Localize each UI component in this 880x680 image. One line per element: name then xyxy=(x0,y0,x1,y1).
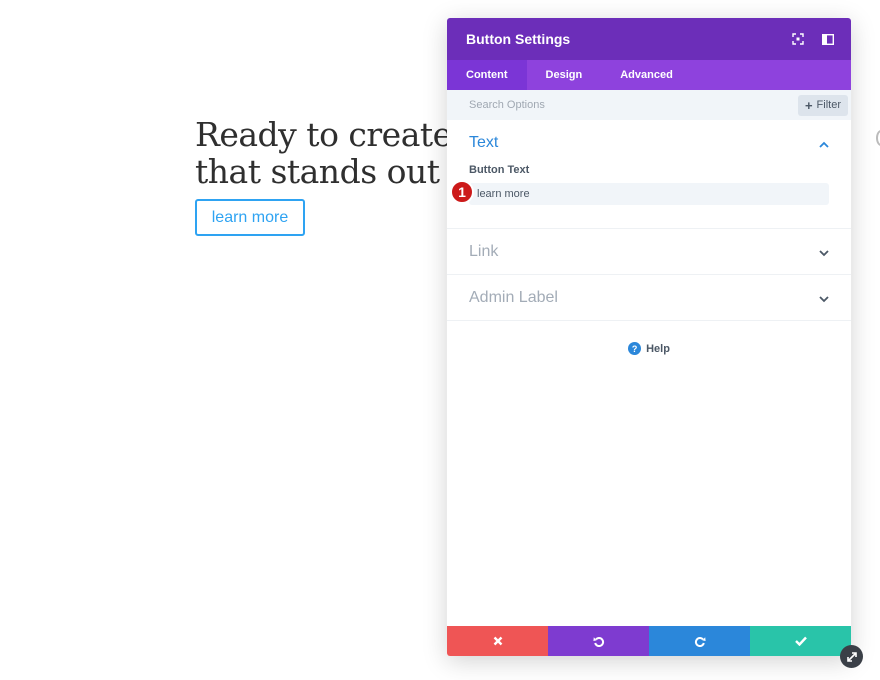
help-link[interactable]: ? Help xyxy=(447,342,851,355)
panel-footer xyxy=(447,626,851,656)
search-options-input[interactable] xyxy=(469,99,719,111)
check-icon xyxy=(794,636,807,646)
section-text-title: Text xyxy=(469,133,499,151)
panel-title: Button Settings xyxy=(466,31,571,47)
section-link: Link xyxy=(447,229,851,275)
settings-tabs: Content Design Advanced xyxy=(447,60,851,90)
page: Ready to create a that stands out fr lea… xyxy=(0,0,880,680)
section-link-toggle[interactable]: Link xyxy=(447,229,851,274)
filter-label: Filter xyxy=(816,99,841,111)
save-button[interactable] xyxy=(750,626,851,656)
section-admin-label-toggle[interactable]: Admin Label xyxy=(447,275,851,320)
close-icon xyxy=(493,636,502,646)
help-label: Help xyxy=(646,342,670,355)
panel-header: Button Settings xyxy=(447,18,851,60)
section-text: Text Button Text 1 xyxy=(447,120,851,229)
header-icons xyxy=(791,32,835,46)
fullscreen-icon[interactable] xyxy=(791,32,805,46)
chevron-down-icon[interactable] xyxy=(819,288,829,307)
tab-advanced[interactable]: Advanced xyxy=(601,60,692,90)
redo-button[interactable] xyxy=(649,626,750,656)
hero-heading-line-1: Ready to create a xyxy=(195,116,447,154)
chevron-up-icon[interactable] xyxy=(819,133,829,152)
hero-heading-line-2: that stands out fr xyxy=(195,152,447,190)
search-row: + Filter xyxy=(447,90,851,120)
hero-heading: Ready to create a that stands out fr xyxy=(195,116,447,190)
step-badge: 1 xyxy=(450,180,474,204)
button-text-field-wrap: 1 xyxy=(447,176,851,228)
cancel-button[interactable] xyxy=(447,626,548,656)
partial-circle-icon xyxy=(876,130,880,146)
chevron-down-icon[interactable] xyxy=(819,242,829,261)
button-text-input[interactable] xyxy=(469,183,829,205)
tab-design[interactable]: Design xyxy=(527,60,602,90)
undo-button[interactable] xyxy=(548,626,649,656)
sidebar-toggle-icon[interactable] xyxy=(821,32,835,46)
resize-icon xyxy=(846,651,857,662)
filter-button[interactable]: + Filter xyxy=(797,94,848,116)
undo-icon xyxy=(592,637,604,647)
button-settings-panel: Button Settings Content Design Advanced … xyxy=(447,18,851,656)
help-icon: ? xyxy=(628,342,642,355)
section-text-toggle[interactable]: Text xyxy=(447,120,851,165)
section-admin-label-title: Admin Label xyxy=(469,288,558,306)
section-link-title: Link xyxy=(469,242,499,260)
resize-handle[interactable] xyxy=(840,645,863,668)
redo-icon xyxy=(694,637,706,647)
section-admin-label: Admin Label xyxy=(447,275,851,321)
button-text-label: Button Text xyxy=(469,164,530,176)
learn-more-button[interactable]: learn more xyxy=(195,199,305,236)
tab-content[interactable]: Content xyxy=(447,60,527,90)
plus-icon: + xyxy=(804,97,813,113)
